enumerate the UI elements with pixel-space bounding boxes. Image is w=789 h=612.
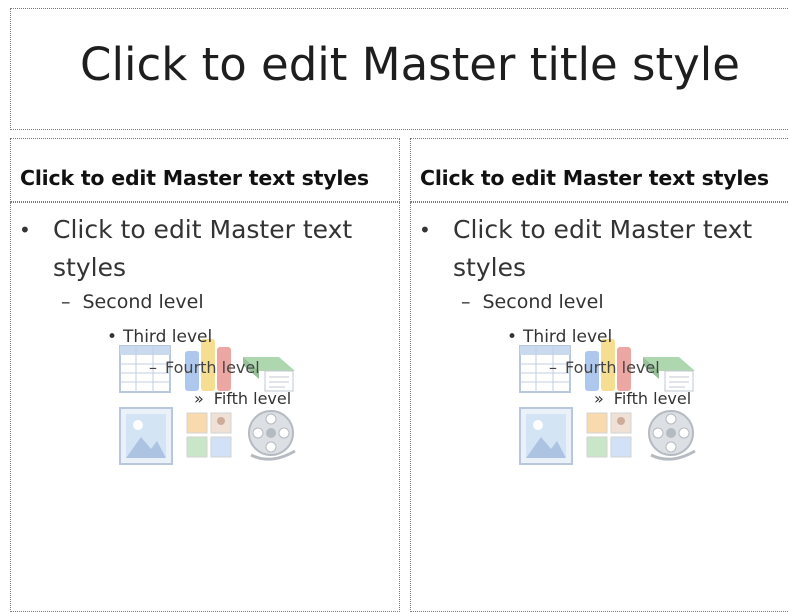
third-level-item: • Third level	[507, 327, 612, 347]
bullet-icon: •	[19, 218, 31, 242]
picture-icon[interactable]	[519, 407, 573, 465]
double-chevron-icon: »	[194, 389, 204, 408]
right-heading-placeholder[interactable]: Click to edit Master text styles	[410, 138, 789, 202]
media-icon[interactable]	[241, 405, 301, 465]
media-icon[interactable]	[641, 405, 701, 465]
second-level-item: – Second level	[61, 291, 204, 313]
picture-icon[interactable]	[119, 407, 173, 465]
second-level-text: Second level	[82, 291, 204, 313]
master-title: Click to edit Master title style	[80, 37, 740, 91]
dash-icon: –	[461, 291, 471, 313]
left-heading-placeholder[interactable]: Click to edit Master text styles	[10, 138, 400, 202]
second-level-item: – Second level	[461, 291, 604, 313]
fourth-level-text: Fourth level	[565, 358, 660, 377]
fourth-level-item: – Fourth level	[549, 358, 660, 377]
dash-icon: –	[149, 358, 157, 377]
double-chevron-icon: »	[594, 389, 604, 408]
dash-icon: –	[61, 291, 71, 313]
second-level-text: Second level	[482, 291, 604, 313]
third-level-item: • Third level	[107, 327, 212, 347]
bullet-icon: •	[419, 218, 431, 242]
fifth-level-item: » Fifth level	[594, 389, 691, 408]
clip-art-icon[interactable]	[585, 411, 635, 463]
fifth-level-item: » Fifth level	[194, 389, 291, 408]
left-content-placeholder[interactable]: • Click to edit Master text styles – Seco…	[10, 202, 400, 612]
third-level-text: Third level	[523, 327, 613, 347]
fourth-level-item: – Fourth level	[149, 358, 260, 377]
right-heading-text: Click to edit Master text styles	[420, 166, 769, 190]
first-level-text: Click to edit Master text styles	[453, 215, 753, 282]
third-level-text: Third level	[123, 327, 213, 347]
left-heading-text: Click to edit Master text styles	[20, 166, 369, 190]
bullet-icon: •	[507, 327, 518, 347]
fifth-level-text: Fifth level	[213, 389, 292, 408]
right-content-placeholder[interactable]: • Click to edit Master text styles – Seco…	[410, 202, 789, 612]
fifth-level-text: Fifth level	[613, 389, 692, 408]
title-placeholder[interactable]: Click to edit Master title style	[10, 8, 789, 130]
clip-art-icon[interactable]	[185, 411, 235, 463]
first-level-text: Click to edit Master text styles	[53, 215, 353, 282]
dash-icon: –	[549, 358, 557, 377]
bullet-icon: •	[107, 327, 118, 347]
fourth-level-text: Fourth level	[165, 358, 260, 377]
